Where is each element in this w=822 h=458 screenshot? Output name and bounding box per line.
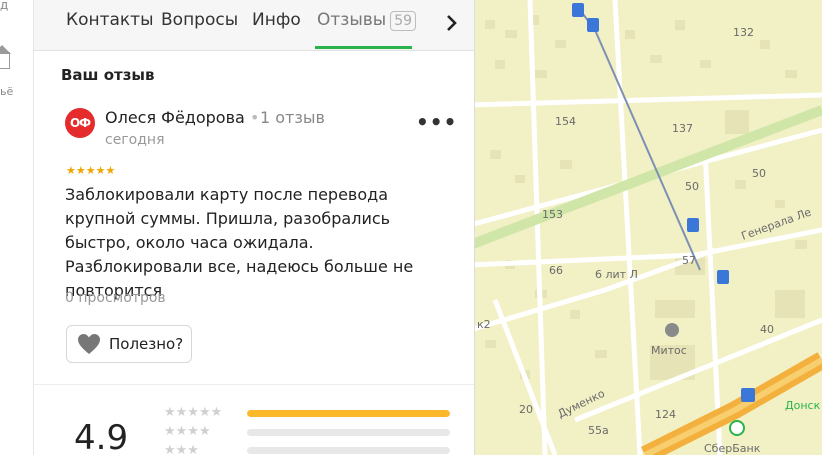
map-label-donsk: Донск [785,399,821,412]
rating-row-3-stars: ★★★ [164,443,199,458]
map-label-sberbank[interactable]: СберБанк [704,442,761,455]
home-icon[interactable] [0,52,10,69]
map-view[interactable]: 132 154 137 50 50 153 57 66 6 лит Л Гене… [475,0,822,455]
overall-rating: 4.9 [74,418,129,458]
tram-stop-icon-2[interactable] [587,18,599,32]
author-name[interactable]: Олеся Фёдорова [105,108,245,127]
map-label-124: 124 [655,408,676,421]
tab-bar: Контакты Вопросы Инфо Отзывы 59 [34,0,474,51]
useful-button-label: Полезно? [109,335,184,353]
tab-contacts[interactable]: Контакты [66,10,154,30]
place-marker-icon[interactable] [665,323,679,337]
review-text: Заблокировали карту после перевода крупн… [65,185,414,300]
map-label-132: 132 [733,26,754,39]
map-label-55a: 55а [588,424,609,437]
map-label-50: 50 [685,180,699,193]
map-label-66: 66 [549,264,563,277]
rating-row-4-stars: ★★★★ [164,424,211,439]
map-label-57: 57 [682,254,696,267]
review-stars: ★★★★★ [66,164,116,177]
map-label-mitos: Митос [651,344,687,357]
left-sidebar-strip: д ьё [0,0,34,455]
section-divider [34,384,474,385]
rating-bar-5 [247,410,450,417]
tab-reviews[interactable]: Отзывы 59 [317,10,417,31]
map-label-40: 40 [760,323,774,336]
rating-bar-5-fill [247,410,450,417]
more-options-icon[interactable]: ••• [416,110,456,134]
reviews-count-badge: 59 [390,11,417,31]
rating-row-5-stars: ★★★★★ [164,405,223,420]
tab-reviews-label: Отзывы [317,10,387,30]
heart-icon [78,334,100,354]
active-tab-indicator [315,46,412,49]
rating-bar-4 [247,429,450,436]
views-count: 0 просмотров [65,290,166,306]
chevron-right-icon[interactable] [442,9,462,37]
map-label-154: 154 [555,115,576,128]
useful-button[interactable]: Полезно? [66,325,192,363]
map-label-6-lit-l: 6 лит Л [595,268,638,281]
separator-dot: • [250,108,260,127]
map-label-50b: 50 [752,167,766,180]
map-label-20: 20 [519,403,533,416]
sberbank-logo-icon[interactable] [729,420,745,436]
place-card-panel: Контакты Вопросы Инфо Отзывы 59 Ваш отзыв… [34,0,475,458]
map-label-137: 137 [672,122,693,135]
bus-stop-icon[interactable] [741,388,755,402]
tab-info[interactable]: Инфо [252,10,301,30]
tram-stop-icon-3[interactable] [687,218,699,232]
tram-stop-icon-4[interactable] [717,270,729,284]
sidebar-text-bottom: ьё [0,85,14,98]
your-review-heading: Ваш отзыв [61,66,155,84]
tram-stop-icon[interactable] [572,3,584,17]
author-review-count: 1 отзыв [260,108,325,127]
review-date: сегодня [105,132,165,148]
tab-questions[interactable]: Вопросы [161,10,238,30]
map-label-153: 153 [542,208,563,221]
sidebar-text-top: д [0,0,9,12]
map-label-k2: к2 [477,318,491,331]
avatar[interactable]: ОФ [65,108,95,138]
rating-bar-3 [247,447,450,454]
map-canvas[interactable]: 132 154 137 50 50 153 57 66 6 лит Л Гене… [475,0,822,455]
